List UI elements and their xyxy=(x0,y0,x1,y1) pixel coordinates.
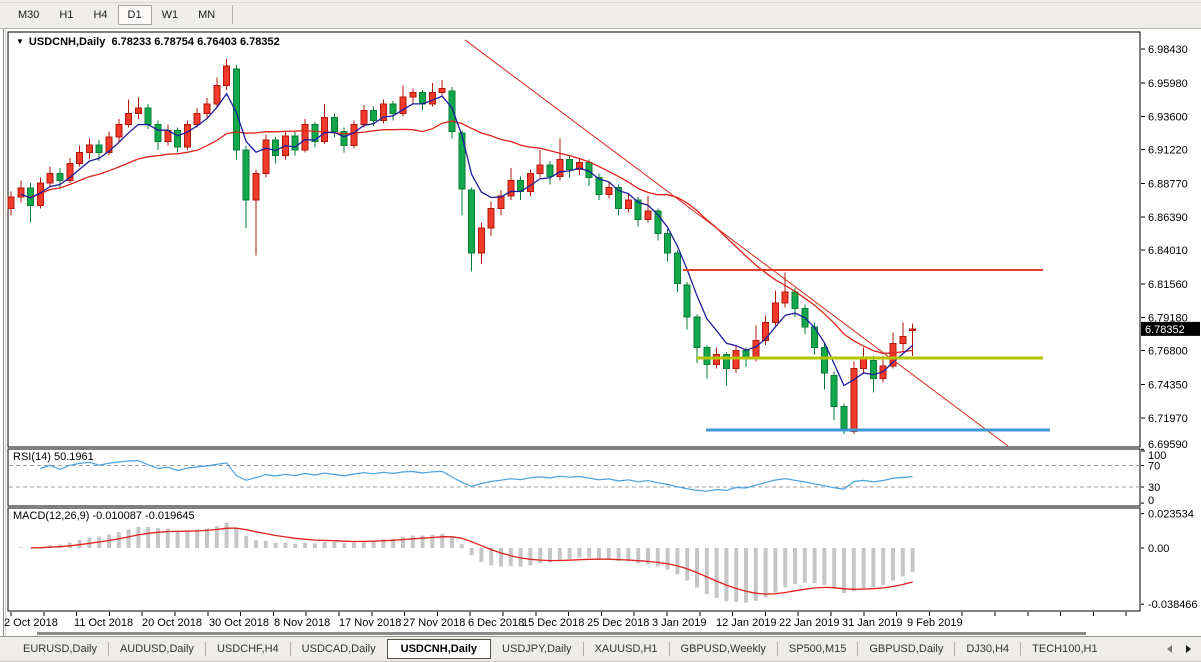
tab-scroll-arrows xyxy=(1167,645,1191,653)
chart-low-value: 6.76403 xyxy=(197,36,237,48)
price-tick-label: 6.71970 xyxy=(1148,413,1188,425)
chart-tab-audusd-daily[interactable]: AUDUSD,Daily xyxy=(109,640,205,658)
chart-tab-usdcnh-daily[interactable]: USDCNH,Daily xyxy=(386,638,492,659)
chart-tab-usdjpy-daily[interactable]: USDJPY,Daily xyxy=(491,640,583,658)
price-tick-label: 6.88770 xyxy=(1148,179,1188,191)
price-tick-label: 6.74350 xyxy=(1148,380,1188,392)
pane-borders xyxy=(7,31,1141,612)
chart-tab-gbpusd-weekly[interactable]: GBPUSD,Weekly xyxy=(670,640,777,658)
date-axis: 2 Oct 2018 11 Oct 2018 20 Oct 2018 30 Oct 2… xyxy=(4,612,1127,635)
macd-tick-label: 0.023534 xyxy=(1148,509,1194,521)
chart-tab-tech100-h1[interactable]: TECH100,H1 xyxy=(1021,640,1108,658)
date-tick-label: 17 Nov 2018 xyxy=(339,617,401,629)
macd-tick-label: 0.00 xyxy=(1148,543,1169,555)
macd-layer xyxy=(18,522,915,603)
price-tick-label: 6.86390 xyxy=(1148,212,1188,224)
drawn-objects-layer xyxy=(464,39,1050,447)
chart-tab-gbpusd-daily[interactable]: GBPUSD,Daily xyxy=(858,640,954,658)
price-tick-label: 6.81560 xyxy=(1148,279,1188,291)
rsi-tick-label: 30 xyxy=(1148,482,1160,494)
date-tick-label: 6 Dec 2018 xyxy=(468,617,524,629)
date-tick-label: 22 Jan 2019 xyxy=(779,617,840,629)
date-tick-label: 30 Oct 2018 xyxy=(209,617,269,629)
chart-tab-eurusd-daily[interactable]: EURUSD,Daily xyxy=(12,640,108,658)
candles-layer xyxy=(7,59,917,435)
chart-close-value: 6.78352 xyxy=(239,36,280,48)
chart-hscroll-track[interactable] xyxy=(37,632,1086,635)
chart-canvas[interactable]: 6.98430 6.95980 6.93600 6.91220 6.88770 6.863… xyxy=(0,0,1201,662)
chart-symbol: USDCNH,Daily xyxy=(28,36,106,48)
chart-tab-bar: EURUSD,Daily AUDUSD,Daily USDCHF,H4 USDCAD,… xyxy=(0,636,1201,662)
chart-tab-sp500-m15[interactable]: SP500,M15 xyxy=(778,640,857,658)
date-tick-label: 8 Nov 2018 xyxy=(274,617,330,629)
macd-tick-label: -0.038466 xyxy=(1148,599,1198,611)
price-tick-label: 6.98430 xyxy=(1148,44,1188,56)
chart-open-value: 6.78233 xyxy=(111,36,152,48)
tab-scroll-right-icon[interactable] xyxy=(1186,645,1191,653)
macd-indicator-label: MACD(12,26,9) -0.010087 -0.019645 xyxy=(13,510,195,522)
price-tick-label: 6.91220 xyxy=(1148,145,1188,157)
date-tick-label: 27 Nov 2018 xyxy=(403,617,465,629)
rsi-indicator-label: RSI(14) 50.1961 xyxy=(13,451,94,463)
chart-tab-xauusd-h1[interactable]: XAUUSD,H1 xyxy=(584,640,669,658)
chart-tab-usdchf-h4[interactable]: USDCHF,H4 xyxy=(206,640,290,658)
price-tick-label: 6.95980 xyxy=(1148,78,1188,90)
date-tick-label: 25 Dec 2018 xyxy=(587,617,649,629)
rsi-layer xyxy=(9,459,1139,492)
price-tick-label: 6.84010 xyxy=(1148,245,1188,257)
date-tick-label: 20 Oct 2018 xyxy=(142,617,202,629)
chart-tabs: EURUSD,Daily AUDUSD,Daily USDCHF,H4 USDCAD,… xyxy=(12,638,1109,659)
date-tick-label: 9 Feb 2019 xyxy=(907,617,963,629)
date-tick-label: 12 Jan 2019 xyxy=(716,617,777,629)
chart-tab-dj30-h4[interactable]: DJ30,H4 xyxy=(955,640,1020,658)
chart-tab-usdcad-daily[interactable]: USDCAD,Daily xyxy=(291,640,387,658)
date-tick-label: 2 Oct 2018 xyxy=(4,617,58,629)
date-tick-label: 3 Jan 2019 xyxy=(652,617,706,629)
date-tick-label: 15 Dec 2018 xyxy=(522,617,584,629)
date-tick-label: 31 Jan 2019 xyxy=(842,617,903,629)
price-tag-layer: 6.78352 xyxy=(1141,321,1200,336)
chart-high-value: 6.78754 xyxy=(154,36,195,48)
current-price-tag-value: 6.78352 xyxy=(1145,324,1185,336)
chart-menu-arrow-icon[interactable]: ▼ xyxy=(16,37,24,46)
price-tick-label: 6.76800 xyxy=(1148,346,1188,358)
rsi-tick-label: 0 xyxy=(1148,495,1154,507)
rsi-tick-label: 70 xyxy=(1148,460,1160,472)
price-tick-label: 6.93600 xyxy=(1148,111,1188,123)
tab-scroll-left-icon[interactable] xyxy=(1167,645,1172,653)
date-tick-label: 11 Oct 2018 xyxy=(74,617,133,629)
chart-title: ▼ USDCNH,Daily 6.78233 6.78754 6.76403 6.… xyxy=(16,36,280,48)
